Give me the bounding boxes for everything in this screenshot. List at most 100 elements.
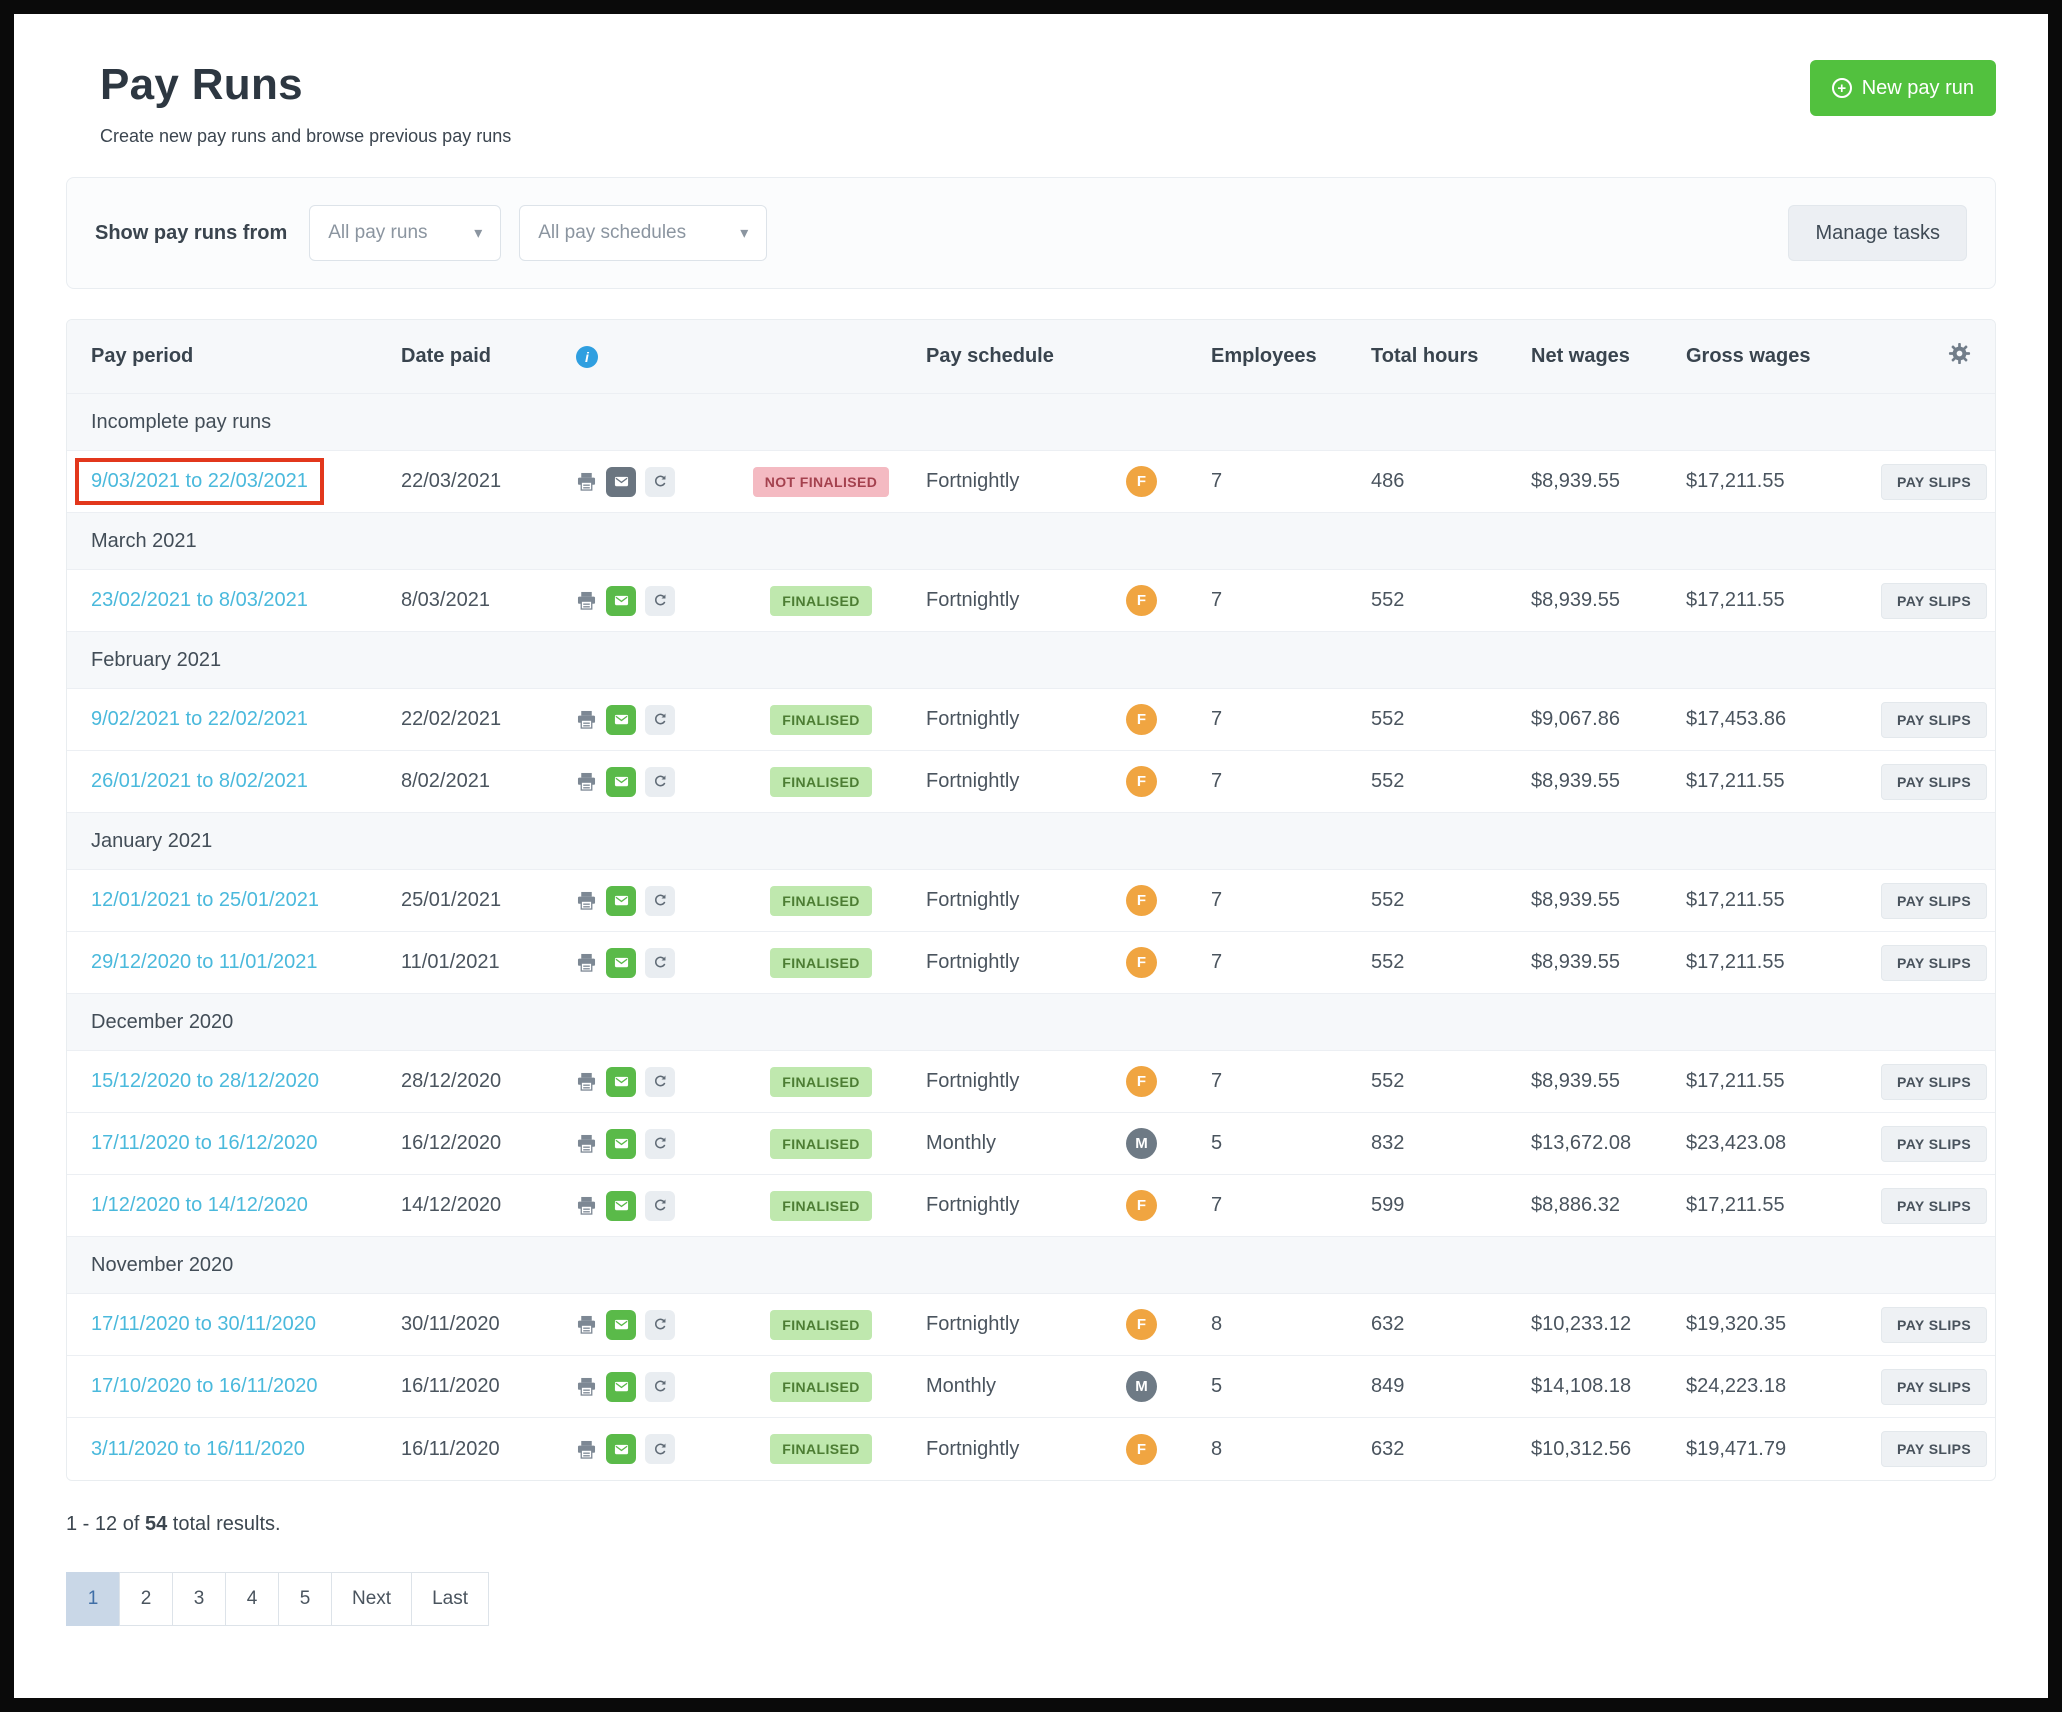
gear-icon[interactable] — [1948, 342, 1971, 365]
pay-period-link[interactable]: 17/11/2020 to 16/12/2020 — [91, 1132, 318, 1154]
pagination-button-last[interactable]: Last — [411, 1572, 489, 1626]
employees-count: 8 — [1211, 1313, 1371, 1336]
refresh-icon[interactable] — [645, 1434, 675, 1464]
date-paid: 8/03/2021 — [401, 589, 576, 612]
pay-slips-button[interactable]: PAY SLIPS — [1881, 464, 1987, 500]
refresh-icon[interactable] — [645, 767, 675, 797]
schedule-letter-badge: F — [1126, 1434, 1157, 1465]
pay-period-link[interactable]: 26/01/2021 to 8/02/2021 — [91, 770, 308, 792]
pay-period-link[interactable]: 23/02/2021 to 8/03/2021 — [91, 589, 308, 611]
pay-slips-button[interactable]: PAY SLIPS — [1881, 945, 1987, 981]
date-paid: 30/11/2020 — [401, 1313, 576, 1336]
email-icon[interactable] — [606, 1129, 636, 1159]
pagination-button-1[interactable]: 1 — [66, 1572, 120, 1626]
group-label: Incomplete pay runs — [91, 411, 271, 434]
refresh-icon[interactable] — [645, 1191, 675, 1221]
status-badge: FINALISED — [770, 1372, 872, 1402]
pay-slips-button[interactable]: PAY SLIPS — [1881, 764, 1987, 800]
pay-period-link[interactable]: 12/01/2021 to 25/01/2021 — [91, 889, 319, 911]
pay-period-link[interactable]: 17/10/2020 to 16/11/2020 — [91, 1375, 318, 1397]
email-icon[interactable] — [606, 767, 636, 797]
pay-slips-button[interactable]: PAY SLIPS — [1881, 1126, 1987, 1162]
pay-slips-button[interactable]: PAY SLIPS — [1881, 1064, 1987, 1100]
status-badge: FINALISED — [770, 767, 872, 797]
printer-icon[interactable] — [576, 709, 597, 730]
schedule-letter-badge: F — [1126, 1309, 1157, 1340]
printer-icon[interactable] — [576, 590, 597, 611]
info-icon[interactable]: i — [576, 346, 598, 368]
schedule-letter-badge: F — [1126, 466, 1157, 497]
pagination: 12345NextLast — [66, 1572, 1996, 1626]
refresh-icon[interactable] — [645, 948, 675, 978]
printer-icon[interactable] — [576, 771, 597, 792]
email-icon[interactable] — [606, 467, 636, 497]
printer-icon[interactable] — [576, 1195, 597, 1216]
email-icon[interactable] — [606, 886, 636, 916]
pay-slips-button[interactable]: PAY SLIPS — [1881, 702, 1987, 738]
refresh-icon[interactable] — [645, 586, 675, 616]
pagination-button-3[interactable]: 3 — [172, 1572, 226, 1626]
pay-runs-table: Pay period Date paid i Pay schedule Empl… — [66, 319, 1996, 1481]
email-icon[interactable] — [606, 1434, 636, 1464]
pay-period-link[interactable]: 1/12/2020 to 14/12/2020 — [91, 1194, 308, 1216]
pay-slips-button[interactable]: PAY SLIPS — [1881, 883, 1987, 919]
employees-count: 8 — [1211, 1438, 1371, 1461]
pay-run-row: 1/12/2020 to 14/12/202014/12/2020FINALIS… — [67, 1175, 1995, 1237]
pay-period-link[interactable]: 29/12/2020 to 11/01/2021 — [91, 951, 318, 973]
net-wages: $13,672.08 — [1531, 1132, 1686, 1155]
printer-icon[interactable] — [576, 471, 597, 492]
pay-run-row: 17/10/2020 to 16/11/202016/11/2020FINALI… — [67, 1356, 1995, 1418]
pay-period-link[interactable]: 9/02/2021 to 22/02/2021 — [91, 708, 308, 730]
status-badge: FINALISED — [770, 586, 872, 616]
pay-period-link[interactable]: 15/12/2020 to 28/12/2020 — [91, 1070, 319, 1092]
pay-schedule: Monthly — [926, 1375, 1126, 1398]
total-hours: 486 — [1371, 470, 1531, 493]
email-icon[interactable] — [606, 586, 636, 616]
pay-schedule: Fortnightly — [926, 1313, 1126, 1336]
pay-slips-button[interactable]: PAY SLIPS — [1881, 1307, 1987, 1343]
pay-slips-button[interactable]: PAY SLIPS — [1881, 583, 1987, 619]
refresh-icon[interactable] — [645, 1372, 675, 1402]
email-icon[interactable] — [606, 948, 636, 978]
pagination-button-5[interactable]: 5 — [278, 1572, 332, 1626]
app-window: Pay Runs Create new pay runs and browse … — [14, 14, 2048, 1698]
printer-icon[interactable] — [576, 1439, 597, 1460]
refresh-icon[interactable] — [645, 705, 675, 735]
refresh-icon[interactable] — [645, 1129, 675, 1159]
email-icon[interactable] — [606, 705, 636, 735]
printer-icon[interactable] — [576, 952, 597, 973]
printer-icon[interactable] — [576, 1376, 597, 1397]
new-pay-run-button[interactable]: + New pay run — [1810, 60, 1996, 116]
pagination-button-4[interactable]: 4 — [225, 1572, 279, 1626]
schedule-letter-badge: F — [1126, 585, 1157, 616]
printer-icon[interactable] — [576, 1071, 597, 1092]
printer-icon[interactable] — [576, 890, 597, 911]
printer-icon[interactable] — [576, 1314, 597, 1335]
pay-period-link[interactable]: 3/11/2020 to 16/11/2020 — [91, 1438, 305, 1460]
group-row: January 2021 — [67, 813, 1995, 870]
schedule-letter-badge: F — [1126, 1190, 1157, 1221]
printer-icon[interactable] — [576, 1133, 597, 1154]
pay-period-link[interactable]: 9/03/2021 to 22/03/2021 — [91, 470, 308, 492]
pay-run-row: 12/01/2021 to 25/01/202125/01/2021FINALI… — [67, 870, 1995, 932]
pagination-button-2[interactable]: 2 — [119, 1572, 173, 1626]
refresh-icon[interactable] — [645, 1310, 675, 1340]
refresh-icon[interactable] — [645, 467, 675, 497]
pay-schedules-filter-dropdown[interactable]: All pay schedules ▾ — [519, 205, 767, 261]
email-icon[interactable] — [606, 1310, 636, 1340]
pay-runs-filter-dropdown[interactable]: All pay runs ▾ — [309, 205, 501, 261]
pay-slips-button[interactable]: PAY SLIPS — [1881, 1369, 1987, 1405]
refresh-icon[interactable] — [645, 886, 675, 916]
refresh-icon[interactable] — [645, 1067, 675, 1097]
manage-tasks-button[interactable]: Manage tasks — [1788, 205, 1967, 261]
pay-slips-button[interactable]: PAY SLIPS — [1881, 1431, 1987, 1467]
pay-slips-button[interactable]: PAY SLIPS — [1881, 1188, 1987, 1224]
pay-period-link[interactable]: 17/11/2020 to 30/11/2020 — [91, 1313, 316, 1335]
pay-run-row: 29/12/2020 to 11/01/202111/01/2021FINALI… — [67, 932, 1995, 994]
pagination-button-next[interactable]: Next — [331, 1572, 412, 1626]
email-icon[interactable] — [606, 1067, 636, 1097]
group-row: February 2021 — [67, 632, 1995, 689]
email-icon[interactable] — [606, 1372, 636, 1402]
net-wages: $8,939.55 — [1531, 770, 1686, 793]
email-icon[interactable] — [606, 1191, 636, 1221]
